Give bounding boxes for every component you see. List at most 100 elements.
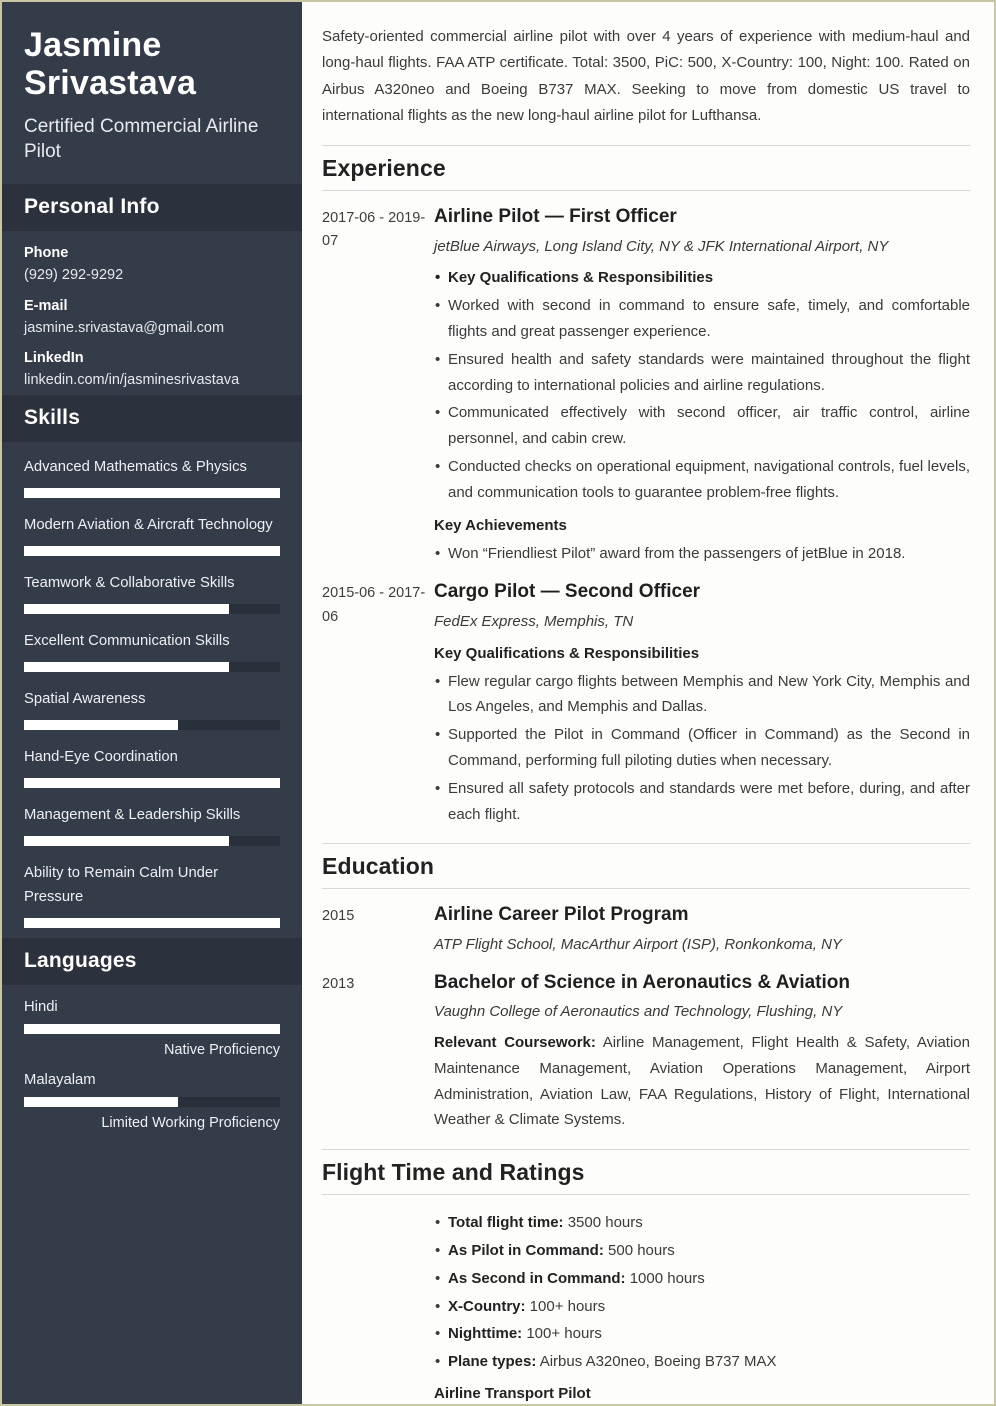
- education-date: 2013: [322, 975, 355, 992]
- experience-organization: FedEx Express, Memphis, TN: [434, 613, 634, 631]
- language-proficiency: Limited Working Proficiency: [101, 1114, 280, 1131]
- language-level-bar: [24, 1023, 280, 1034]
- experience-bullet: Communicated effectively with second off…: [434, 400, 970, 452]
- progress-fill: [24, 661, 229, 672]
- education-entry: 2013 Bachelor of Science in Aeronautics &…: [322, 971, 970, 1133]
- contact-label-0: Phone: [24, 245, 69, 262]
- skill-item: Management & Leadership Skills: [24, 804, 280, 846]
- skill-name: Ability to Remain Calm Under Pressure: [24, 864, 219, 905]
- experience-bullet: Flew regular cargo flights between Memph…: [434, 669, 970, 721]
- progress-fill: [24, 719, 178, 730]
- skill-level-bar: [24, 917, 280, 928]
- contact-value-2[interactable]: linkedin.com/in/jasminesrivastava: [24, 371, 280, 391]
- education-school: ATP Flight School, MacArthur Airport (IS…: [434, 936, 842, 954]
- rating-title: Airline Transport Pilot: [434, 1384, 591, 1402]
- candidate-job-title: Certified Commercial Airline Pilot: [24, 116, 259, 163]
- flight-time-body: Total flight time: 3500 hoursAs Pilot in…: [322, 1207, 970, 1404]
- education-entry-body: Airline Career Pilot Program ATP Flight S…: [434, 903, 970, 956]
- experience-entry-body: Cargo Pilot — Second Officer FedEx Expres…: [434, 580, 970, 827]
- experience-bullet: Conducted checks on operational equipmen…: [434, 454, 970, 506]
- professional-summary: Safety-oriented commercial airline pilot…: [322, 28, 970, 124]
- sidebar-section-header-skills: Skills: [2, 395, 302, 442]
- education-school: Vaughn College of Aeronautics and Techno…: [434, 1003, 843, 1021]
- experience-achievements-heading: Key Achievements: [434, 516, 567, 534]
- skill-item: Modern Aviation & Aircraft Technology: [24, 514, 280, 556]
- education-entry-body: Bachelor of Science in Aeronautics & Avi…: [434, 971, 970, 1133]
- flight-time-bullet: Total flight time: 3500 hours: [434, 1210, 970, 1236]
- progress-fill: [24, 1096, 178, 1107]
- contact-label-1: E-mail: [24, 297, 68, 314]
- progress-fill: [24, 603, 229, 614]
- progress-fill: [24, 835, 229, 846]
- experience-bullet: Ensured all safety protocols and standar…: [434, 776, 970, 828]
- flight-time-label: Nighttime:: [448, 1325, 523, 1343]
- language-name: Hindi: [24, 998, 58, 1015]
- experience-date: 2017-06 - 2019-07: [322, 210, 426, 250]
- experience-bullet-list: Worked with second in command to ensure …: [434, 293, 970, 505]
- skill-item: Hand-Eye Coordination: [24, 746, 280, 788]
- languages-body: Hindi Native Proficiency Malayalam Limited …: [2, 985, 302, 1135]
- skills-body: Advanced Mathematics & Physics Modern Avi…: [2, 442, 302, 938]
- skill-level-bar: [24, 487, 280, 498]
- education-date: 2015: [322, 908, 355, 925]
- skill-item: Excellent Communication Skills: [24, 630, 280, 672]
- language-level-bar: [24, 1096, 280, 1107]
- section-title-education: Education: [322, 843, 970, 890]
- experience-role: Cargo Pilot — Second Officer: [434, 581, 701, 603]
- skill-level-bar: [24, 777, 280, 788]
- language-name: Malayalam: [24, 1071, 96, 1088]
- personal-info-body: Phone (929) 292-9292 E-mail jasmine.srivast…: [2, 231, 302, 395]
- experience-bullet: Worked with second in command to ensure …: [434, 293, 970, 345]
- section-experience: Experience 2017-06 - 2019-07 Airline Pilo…: [322, 145, 970, 827]
- experience-entry: 2015-06 - 2017-06 Cargo Pilot — Second Of…: [322, 580, 970, 827]
- flight-time-bullet: Plane types: Airbus A320neo, Boeing B737…: [434, 1349, 970, 1375]
- skill-name: Spatial Awareness: [24, 690, 146, 707]
- experience-entry: 2017-06 - 2019-07 Airline Pilot — First O…: [322, 205, 970, 566]
- language-proficiency: Native Proficiency: [163, 1041, 280, 1058]
- skill-level-bar: [24, 835, 280, 846]
- skill-name: Modern Aviation & Aircraft Technology: [24, 516, 273, 533]
- education-entry: 2015 Airline Career Pilot Program ATP Flig…: [322, 903, 970, 956]
- candidate-name: Jasmine Srivastava: [24, 26, 197, 103]
- progress-fill: [24, 1023, 280, 1034]
- experience-qualifications-heading: Key Qualifications & Responsibilities: [434, 644, 700, 662]
- main-content: Safety-oriented commercial airline pilot…: [302, 2, 994, 1404]
- flight-time-bullet: X-Country: 100+ hours: [434, 1294, 970, 1320]
- skill-name: Excellent Communication Skills: [24, 632, 230, 649]
- experience-entry-body: Airline Pilot — First Officer jetBlue Air…: [434, 205, 970, 566]
- language-item: Malayalam Limited Working Proficiency: [24, 1072, 280, 1131]
- progress-fill: [24, 487, 280, 498]
- skill-name: Hand-Eye Coordination: [24, 748, 178, 765]
- education-entries: 2015 Airline Career Pilot Program ATP Flig…: [322, 903, 970, 1133]
- flight-time-label: As Pilot in Command:: [448, 1241, 604, 1259]
- education-degree: Bachelor of Science in Aeronautics & Avi…: [434, 971, 850, 993]
- sidebar-section-header-personal-info: Personal Info: [2, 184, 302, 232]
- skill-name: Teamwork & Collaborative Skills: [24, 574, 235, 591]
- contact-value-1[interactable]: jasmine.srivastava@gmail.com: [24, 319, 280, 339]
- progress-fill: [24, 777, 280, 788]
- skill-item: Teamwork & Collaborative Skills: [24, 572, 280, 614]
- language-item: Hindi Native Proficiency: [24, 999, 280, 1058]
- flight-time-label: Plane types:: [448, 1353, 537, 1371]
- flight-time-bullet: As Pilot in Command: 500 hours: [434, 1238, 970, 1264]
- resume-page: Jasmine Srivastava Certified Commercial …: [0, 0, 996, 1406]
- contact-value-0[interactable]: (929) 292-9292: [24, 266, 280, 286]
- section-title-flight-time: Flight Time and Ratings: [322, 1149, 970, 1196]
- education-degree: Airline Career Pilot Program: [434, 904, 689, 926]
- skill-level-bar: [24, 545, 280, 556]
- experience-achievement-list: Won “Friendliest Pilot” award from the p…: [434, 541, 970, 567]
- progress-fill: [24, 917, 280, 928]
- section-education: Education 2015 Airline Career Pilot Progr…: [322, 843, 970, 1133]
- experience-qualifications-heading: Key Qualifications & Responsibilities: [434, 266, 970, 290]
- skill-level-bar: [24, 661, 280, 672]
- flight-time-bullet-list: Total flight time: 3500 hoursAs Pilot in…: [434, 1210, 970, 1375]
- progress-fill: [24, 545, 280, 556]
- sidebar-section-header-languages: Languages: [2, 937, 302, 985]
- experience-role: Airline Pilot — First Officer: [434, 206, 677, 227]
- education-coursework-label: Relevant Coursework:: [434, 1033, 596, 1051]
- skill-item: Ability to Remain Calm Under Pressure: [24, 862, 280, 928]
- education-coursework: Relevant Coursework: Airline Management,…: [434, 1033, 970, 1129]
- experience-achievement: Won “Friendliest Pilot” award from the p…: [434, 541, 970, 567]
- experience-entries: 2017-06 - 2019-07 Airline Pilot — First O…: [322, 205, 970, 827]
- skill-name: Management & Leadership Skills: [24, 806, 241, 823]
